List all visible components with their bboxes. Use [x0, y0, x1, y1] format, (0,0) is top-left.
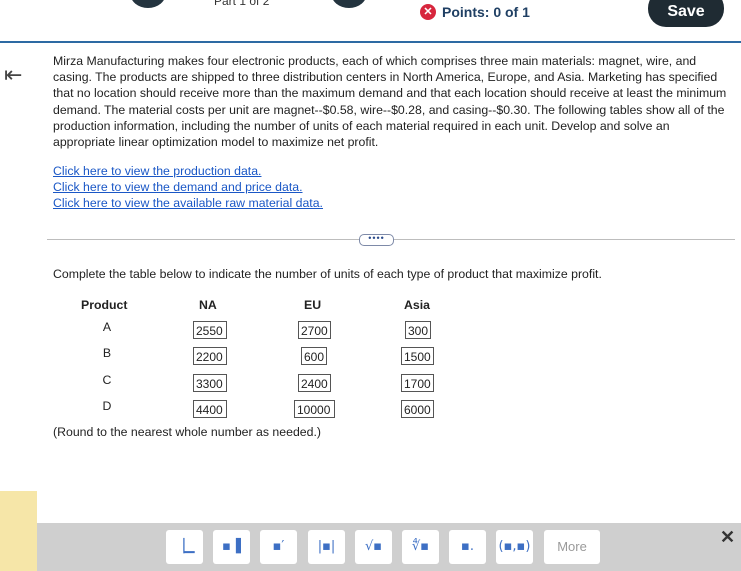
ordered-pair-tool[interactable]: (▪,▪)	[496, 530, 533, 564]
points-indicator: ✕ Points: 0 of 1	[420, 4, 530, 20]
data-links: Click here to view the production data. …	[53, 163, 323, 212]
fraction-tool[interactable]: ▕▁	[166, 530, 203, 564]
header-na: NA	[199, 298, 217, 312]
nth-root-tool[interactable]: ∜▪	[402, 530, 439, 564]
answer-a-eu[interactable]: 2700	[298, 321, 331, 339]
mixed-number-tool[interactable]: ▪▐	[213, 530, 250, 564]
save-button[interactable]: Save	[648, 0, 724, 27]
answer-a-na[interactable]: 2550	[193, 321, 227, 339]
header-eu: EU	[304, 298, 322, 312]
problem-statement: Mirza Manufacturing makes four electroni…	[53, 54, 727, 150]
close-toolbar-icon[interactable]: ✕	[720, 527, 735, 548]
rounding-note: (Round to the nearest whole number as ne…	[53, 425, 321, 439]
instruction-text: Complete the table below to indicate the…	[53, 267, 602, 281]
answer-c-asia[interactable]: 1700	[401, 374, 434, 392]
absolute-value-tool[interactable]: |▪|	[308, 530, 345, 564]
header-asia: Asia	[404, 298, 430, 312]
more-tools-button[interactable]: More	[544, 530, 600, 564]
side-panel-tab[interactable]	[0, 491, 37, 571]
collapse-arrow-icon[interactable]: ⇤	[4, 62, 22, 88]
answer-b-eu[interactable]: 600	[301, 347, 327, 365]
answer-b-na[interactable]: 2200	[193, 347, 227, 365]
header-product: Product	[81, 298, 128, 312]
part-label: Part 1 of 2	[214, 0, 270, 8]
incorrect-icon: ✕	[420, 4, 436, 20]
row-label-a: A	[102, 320, 112, 334]
nav-circle-left[interactable]	[130, 0, 166, 8]
answer-d-asia[interactable]: 6000	[401, 400, 434, 418]
raw-material-data-link[interactable]: Click here to view the available raw mat…	[53, 195, 323, 211]
nav-circle-right[interactable]	[331, 0, 367, 8]
points-label: Points: 0 of 1	[442, 4, 530, 20]
demand-price-data-link[interactable]: Click here to view the demand and price …	[53, 179, 323, 195]
header-divider	[0, 41, 741, 43]
answer-c-na[interactable]: 3300	[193, 374, 227, 392]
answer-c-eu[interactable]: 2400	[298, 374, 331, 392]
row-label-c: C	[102, 373, 112, 387]
answer-b-asia[interactable]: 1500	[401, 347, 434, 365]
production-data-link[interactable]: Click here to view the production data.	[53, 163, 323, 179]
answer-d-eu[interactable]: 10000	[294, 400, 335, 418]
top-header: Part 1 of 2 ✕ Points: 0 of 1 Save	[0, 0, 741, 41]
exponent-tool[interactable]: ▪′	[260, 530, 297, 564]
row-label-d: D	[102, 399, 112, 413]
decimal-tool[interactable]: ▪.	[449, 530, 486, 564]
square-root-tool[interactable]: √▪	[355, 530, 392, 564]
answer-a-asia[interactable]: 300	[405, 321, 431, 339]
expand-ellipsis-button[interactable]: ••••	[359, 234, 394, 246]
row-label-b: B	[102, 346, 112, 360]
answer-d-na[interactable]: 4400	[193, 400, 227, 418]
